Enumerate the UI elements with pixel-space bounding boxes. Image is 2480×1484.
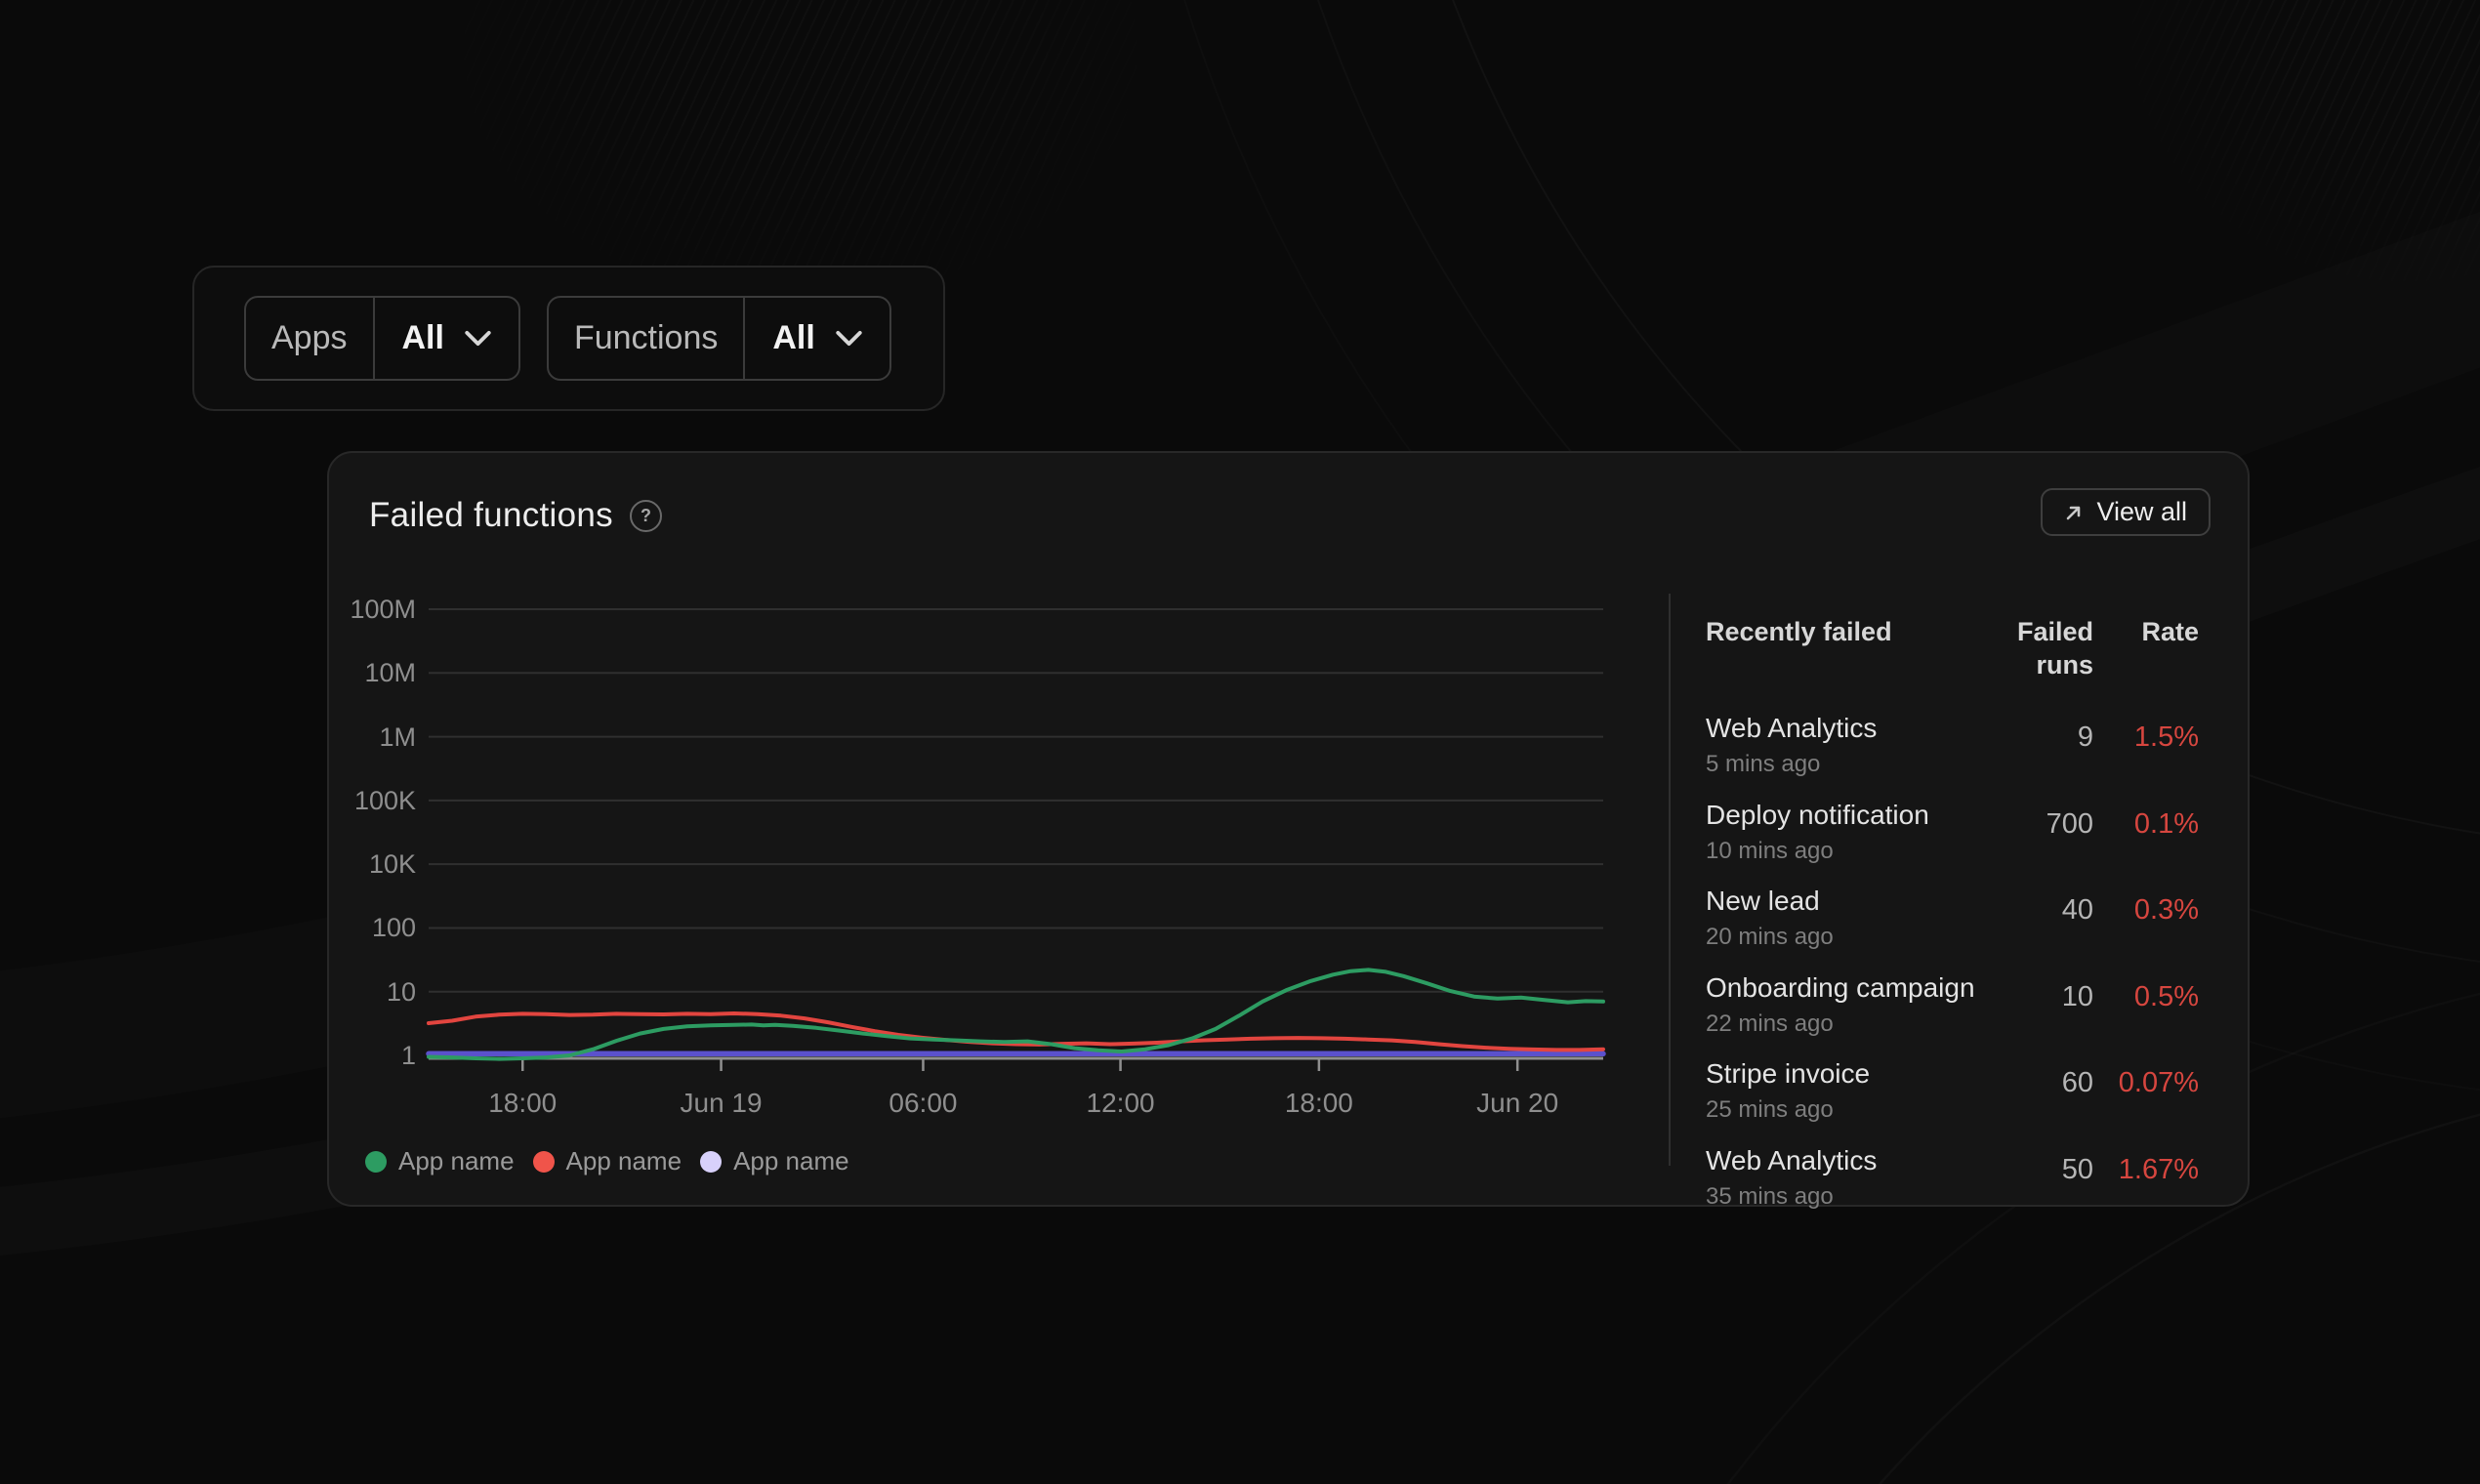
failure-rate-value: 0.1%	[2093, 799, 2199, 886]
table-row[interactable]: Onboarding campaign 22 mins ago 10 0.5%	[1706, 971, 2199, 1058]
function-name: Deploy notification	[1706, 799, 1957, 832]
col-header-rate: Rate	[2093, 615, 2199, 681]
function-name: Web Analytics	[1706, 712, 1957, 745]
failed-runs-value: 9	[1957, 712, 2093, 799]
chevron-down-icon	[465, 330, 491, 347]
external-link-arrow-icon	[2064, 503, 2084, 522]
table-header-row: Recently failed Failed runs Rate	[1706, 615, 2199, 681]
failed-time: 25 mins ago	[1706, 1095, 1957, 1125]
recently-failed-table: Recently failed Failed runs Rate Web Ana…	[1706, 615, 2199, 1231]
apps-filter-dropdown[interactable]: Apps All	[244, 296, 520, 381]
table-row[interactable]: Web Analytics 35 mins ago 50 1.67%	[1706, 1144, 2199, 1231]
y-axis-tick-label: 10	[329, 976, 416, 1008]
x-axis-tick-label: 12:00	[1033, 1088, 1209, 1119]
table-row[interactable]: Deploy notification 10 mins ago 700 0.1%	[1706, 799, 2199, 886]
functions-filter-dropdown[interactable]: Functions All	[547, 296, 891, 381]
functions-filter-selected: All	[772, 319, 814, 357]
col-header-failed-runs: Failed runs	[1957, 615, 2093, 681]
failed-runs-value: 60	[1957, 1057, 2093, 1144]
chart-plot	[429, 609, 1603, 1076]
legend-item[interactable]: App name	[365, 1146, 515, 1176]
legend-dot-icon	[700, 1151, 722, 1173]
filter-bar: Apps All Functions All	[192, 266, 945, 411]
chevron-down-icon	[836, 330, 862, 347]
y-axis-tick-label: 100K	[329, 785, 416, 816]
failed-time: 35 mins ago	[1706, 1182, 1957, 1212]
apps-filter-value: All	[373, 298, 518, 379]
y-axis-tick-label: 100M	[329, 594, 416, 625]
legend-dot-icon	[365, 1151, 387, 1173]
x-axis-tick-label: 18:00	[434, 1088, 610, 1119]
failed-functions-card: Failed functions ? View all 100M10M1M100…	[327, 451, 2250, 1207]
failed-runs-value: 40	[1957, 885, 2093, 971]
legend-label: App name	[398, 1146, 515, 1176]
y-axis-tick-label: 10K	[329, 848, 416, 880]
legend-item[interactable]: App name	[533, 1146, 682, 1176]
y-axis-tick-label: 1	[329, 1040, 416, 1071]
function-name: Onboarding campaign	[1706, 971, 1957, 1005]
failed-time: 22 mins ago	[1706, 1010, 1957, 1039]
legend-label: App name	[566, 1146, 682, 1176]
failed-runs-value: 50	[1957, 1144, 2093, 1231]
apps-filter-selected: All	[402, 319, 444, 357]
card-header: Failed functions ?	[369, 496, 662, 535]
table-row[interactable]: Web Analytics 5 mins ago 9 1.5%	[1706, 712, 2199, 799]
failed-time: 5 mins ago	[1706, 750, 1957, 779]
legend-item[interactable]: App name	[700, 1146, 849, 1176]
help-icon[interactable]: ?	[630, 500, 662, 532]
table-row[interactable]: Stripe invoice 25 mins ago 60 0.07%	[1706, 1057, 2199, 1144]
card-title: Failed functions	[369, 496, 613, 535]
y-axis-tick-label: 1M	[329, 721, 416, 753]
failure-rate-value: 0.5%	[2093, 971, 2199, 1058]
chart-legend: App name App name App name	[365, 1146, 849, 1176]
x-axis-tick-label: Jun 19	[634, 1088, 809, 1119]
table-row[interactable]: New lead 20 mins ago 40 0.3%	[1706, 885, 2199, 971]
function-name: Web Analytics	[1706, 1144, 1957, 1177]
failed-runs-value: 10	[1957, 971, 2093, 1058]
legend-dot-icon	[533, 1151, 555, 1173]
x-axis-tick-label: 06:00	[835, 1088, 1011, 1119]
failure-rate-value: 0.3%	[2093, 885, 2199, 971]
function-name: New lead	[1706, 885, 1957, 918]
view-all-button[interactable]: View all	[2041, 488, 2211, 536]
y-axis-tick-label: 100	[329, 912, 416, 943]
x-axis-tick-label: Jun 20	[1429, 1088, 1605, 1119]
help-glyph: ?	[641, 507, 651, 524]
function-name: Stripe invoice	[1706, 1057, 1957, 1091]
failed-time: 20 mins ago	[1706, 923, 1957, 952]
dashboard-screen: Apps All Functions All Failed functions …	[0, 0, 2480, 1484]
failure-rate-value: 1.5%	[2093, 712, 2199, 799]
col-header-recently-failed: Recently failed	[1706, 615, 1957, 681]
failure-rate-value: 1.67%	[2093, 1144, 2199, 1231]
x-axis-tick-label: 18:00	[1231, 1088, 1407, 1119]
functions-filter-label: Functions	[549, 298, 743, 379]
panel-divider	[1669, 594, 1671, 1166]
failed-time: 10 mins ago	[1706, 837, 1957, 866]
legend-label: App name	[733, 1146, 849, 1176]
failure-rate-value: 0.07%	[2093, 1057, 2199, 1144]
failed-runs-value: 700	[1957, 799, 2093, 886]
apps-filter-label: Apps	[246, 298, 373, 379]
y-axis-tick-label: 10M	[329, 657, 416, 688]
view-all-label: View all	[2096, 497, 2187, 527]
functions-filter-value: All	[743, 298, 889, 379]
